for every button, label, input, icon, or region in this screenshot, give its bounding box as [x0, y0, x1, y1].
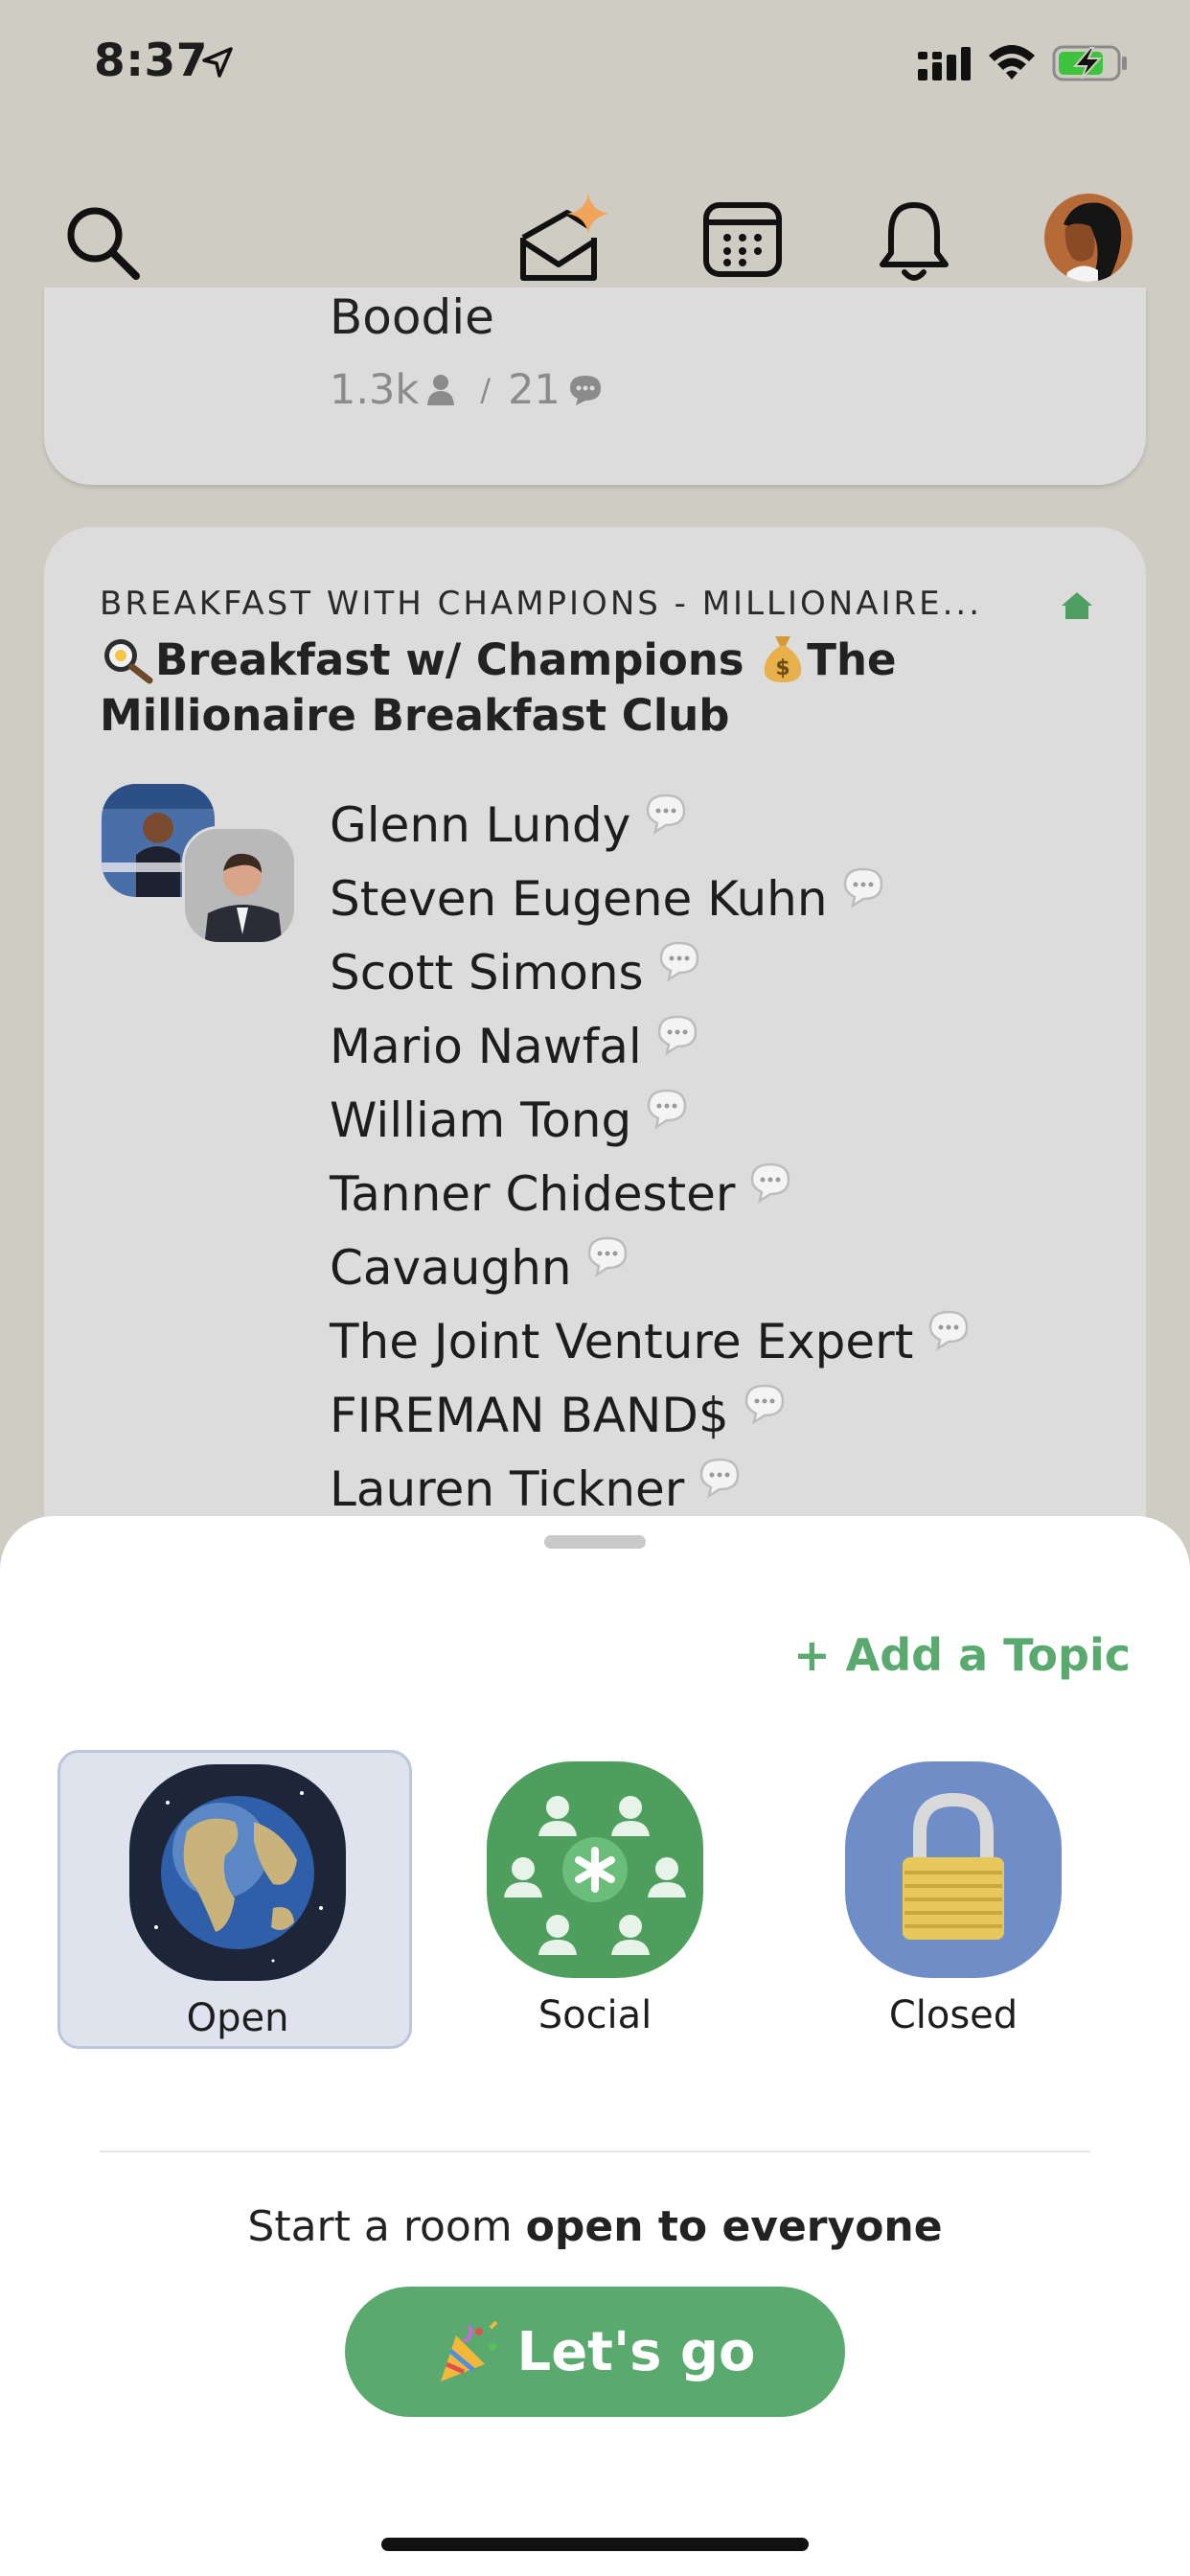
counts-separator: / [480, 372, 492, 408]
person-icon [427, 375, 455, 405]
money-bag-emoji-icon: $ [765, 636, 802, 682]
speaker-list: Glenn Lundy Steven Eugene Kuhn Scott Sim… [330, 788, 971, 1526]
speaker-row: Glenn Lundy [330, 788, 971, 862]
speaker-row: Scott Simons [330, 935, 971, 1009]
club-name[interactable]: BREAKFAST WITH CHAMPIONS - MILLIONAIRE..… [100, 585, 982, 623]
speaker-name: Tanner Chidester [330, 1165, 736, 1222]
lets-go-button[interactable]: Let's go [345, 2287, 845, 2417]
invite-envelope-icon[interactable] [515, 190, 617, 286]
magnifier-pan-emoji-icon [104, 639, 153, 684]
speech-bubble-icon [751, 1162, 790, 1204]
room-type-social[interactable]: Social [418, 1750, 772, 2049]
speaker-row: Cavaughn [330, 1230, 971, 1304]
speech-bubble-icon [647, 794, 686, 835]
chat-bubble-icon [569, 376, 601, 405]
speech-bubble-icon [659, 941, 698, 982]
speech-bubble-icon [843, 867, 882, 908]
sheet-drag-handle[interactable] [544, 1535, 646, 1549]
speech-bubble-icon [657, 1015, 698, 1056]
svg-text:$: $ [776, 656, 790, 680]
wifi-icon [989, 45, 1035, 80]
room-title-part1: Breakfast w/ Champions [155, 634, 744, 685]
club-house-icon [1062, 592, 1092, 619]
status-time: 8:37 [94, 34, 208, 87]
speech-bubble-icon [929, 1310, 969, 1351]
speaker-name: Cavaughn [330, 1239, 572, 1296]
speaker-name: Steven Eugene Kuhn [330, 870, 828, 927]
speaker-row: William Tong [330, 1083, 971, 1157]
speaker-name: William Tong [330, 1092, 632, 1148]
room-card[interactable]: BREAKFAST WITH CHAMPIONS - MILLIONAIRE..… [44, 527, 1146, 1581]
room-type-label: Open [186, 1996, 289, 2040]
calendar-icon[interactable] [702, 201, 783, 278]
room-title: Breakfast w/ Champions $ The Millionaire… [100, 632, 1115, 744]
speech-bubble-icon [587, 1236, 627, 1277]
speaker-name: Scott Simons [330, 944, 644, 1000]
speech-bubble-icon [647, 1089, 687, 1130]
room-type-label: Social [538, 1993, 652, 2037]
start-room-sheet: + Add a Topic Open Social Closed Start a… [0, 1516, 1190, 2576]
profile-avatar[interactable] [1044, 194, 1133, 282]
room-card-previous[interactable]: Boodie 1.3k / 21 [44, 288, 1146, 485]
room-type-label: Closed [888, 1993, 1018, 2037]
room-type-closed[interactable]: Closed [776, 1750, 1131, 2049]
padlock-icon [845, 1761, 1062, 1978]
battery-charging-icon [1052, 45, 1127, 81]
notifications-bell-icon[interactable] [875, 197, 953, 284]
listener-count: 1.3k [330, 366, 420, 414]
speaker-photo-image [185, 829, 294, 942]
speaker-row: The Joint Venture Expert [330, 1304, 971, 1378]
speaker-row: FIREMAN BAND$ [330, 1378, 971, 1452]
description-prefix: Start a room [247, 2202, 513, 2251]
speech-bubble-icon [700, 1458, 740, 1499]
search-icon[interactable] [63, 203, 142, 282]
globe-icon [129, 1764, 346, 1981]
speaker-row: Steven Eugene Kuhn [330, 862, 971, 935]
speaker-count: 21 [508, 366, 561, 414]
room-speaker-name: Boodie [330, 289, 494, 345]
speaker-row: Tanner Chidester [330, 1157, 971, 1230]
status-bar: 8:37 [0, 0, 1190, 134]
speaker-avatar[interactable] [182, 826, 297, 945]
speaker-name: Glenn Lundy [330, 796, 631, 853]
divider [100, 2150, 1090, 2152]
party-popper-icon [440, 2320, 497, 2381]
home-indicator [381, 2538, 809, 2551]
speaker-row: Lauren Tickner [330, 1452, 971, 1526]
profile-avatar-image [1044, 194, 1133, 282]
social-group-icon [487, 1761, 703, 1978]
location-arrow-icon [202, 47, 233, 78]
room-counts: 1.3k / 21 [330, 366, 610, 414]
speaker-name: Mario Nawfal [330, 1018, 642, 1074]
speech-bubble-icon [744, 1384, 784, 1425]
speaker-name: The Joint Venture Expert [330, 1313, 914, 1369]
room-type-description: Start a room open to everyone [0, 2202, 1190, 2251]
lets-go-label: Let's go [516, 2320, 756, 2383]
speaker-row: Mario Nawfal [330, 1009, 971, 1083]
cellular-signal-icon [918, 47, 971, 80]
speaker-name: Lauren Tickner [330, 1460, 685, 1517]
speaker-name: FIREMAN BAND$ [330, 1387, 729, 1443]
top-nav [0, 182, 1190, 288]
description-emphasis: open to everyone [525, 2202, 943, 2251]
add-topic-button[interactable]: + Add a Topic [793, 1629, 1131, 1681]
room-type-open[interactable]: Open [57, 1750, 412, 2049]
